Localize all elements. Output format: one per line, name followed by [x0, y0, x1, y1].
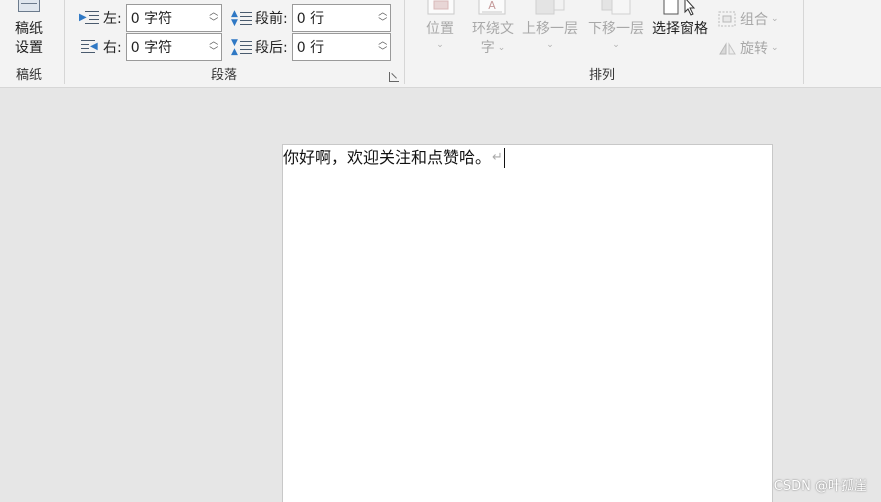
wrap-text-label-1: 环绕文 [472, 21, 514, 37]
chevron-down-icon: ⌄ [771, 43, 779, 53]
position-button[interactable]: 位置 ⌄ [418, 20, 462, 51]
indent-left-spin-arrows[interactable]: ︿ ﹀ [207, 5, 221, 31]
chevron-down-icon: ⌄ [612, 40, 620, 50]
selection-pane-label: 选择窗格 [652, 21, 708, 37]
indent-right-value[interactable]: 0 字符 [127, 37, 207, 57]
document-text[interactable]: 你好啊，欢迎关注和点赞哈。 [283, 147, 491, 169]
manuscript-settings-label-2: 设置 [15, 40, 43, 56]
chevron-up-icon[interactable]: ︿ [209, 8, 218, 18]
spacing-before-spin-arrows[interactable]: ︿ ﹀ [376, 5, 390, 31]
text-cursor [503, 148, 505, 168]
arrange-group-label: 排列 [588, 68, 615, 83]
manuscript-paper-icon [18, 0, 40, 12]
bring-forward-icon [535, 0, 565, 15]
rotate-button[interactable]: 旋转 ⌄ [718, 38, 779, 58]
bring-forward-label: 上移一层 [522, 21, 578, 37]
spacing-after-spin-arrows[interactable]: ︿ ﹀ [376, 34, 390, 60]
chevron-down-icon[interactable]: ﹀ [209, 18, 218, 28]
indent-left-row: ▶ 左: 0 字符 ︿ ﹀ [79, 4, 222, 32]
ribbon: 稿纸 设置 稿纸 ▶ 左: 0 字符 ︿ ﹀ ◀ 右: 0 字符 ︿ ﹀ ▲ ▼… [0, 0, 881, 88]
spacing-before-label: 段前: [255, 11, 288, 27]
chevron-down-icon[interactable]: ﹀ [209, 47, 218, 57]
indent-right-spinner[interactable]: 0 字符 ︿ ﹀ [125, 33, 222, 61]
spacing-after-value[interactable]: 0 行 [293, 37, 376, 57]
svg-text:A: A [488, 0, 496, 12]
group-divider [64, 0, 65, 84]
spacing-before-row: ▲ ▼ 段前: 0 行 ︿ ﹀ [231, 4, 391, 32]
spacing-after-spinner[interactable]: 0 行 ︿ ﹀ [291, 33, 391, 61]
bring-forward-button[interactable]: 上移一层 ⌄ [519, 20, 581, 51]
spacing-before-value[interactable]: 0 行 [293, 8, 376, 28]
chevron-down-icon: ⌄ [546, 40, 554, 50]
document-page[interactable]: 你好啊，欢迎关注和点赞哈。 ↵ [282, 144, 773, 502]
chevron-up-icon[interactable]: ︿ [209, 37, 218, 47]
watermark: CSDN @叶孤崖 [773, 479, 867, 494]
chevron-up-icon[interactable]: ︿ [378, 37, 387, 47]
group-divider [803, 0, 804, 84]
spacing-after-icon: ▼ ▲ [231, 38, 253, 57]
group-divider [404, 0, 405, 84]
send-backward-icon [601, 0, 631, 15]
indent-left-label: 左: [103, 11, 122, 27]
paragraph-dialog-launcher-icon[interactable] [389, 72, 399, 82]
spacing-after-row: ▼ ▲ 段后: 0 行 ︿ ﹀ [231, 33, 391, 61]
rotate-icon [719, 42, 736, 55]
manuscript-group-label: 稿纸 [15, 68, 42, 83]
indent-left-icon: ▶ [79, 9, 101, 27]
chevron-down-icon: ⌄ [497, 43, 506, 53]
send-backward-label: 下移一层 [588, 21, 644, 37]
group-objects-icon [718, 11, 736, 27]
spacing-before-spinner[interactable]: 0 行 ︿ ﹀ [291, 4, 391, 32]
indent-right-label: 右: [103, 40, 122, 56]
wrap-text-icon: A [478, 0, 506, 15]
selection-pane-button[interactable]: 选择窗格 [649, 20, 711, 39]
chevron-down-icon[interactable]: ﹀ [378, 47, 387, 57]
indent-left-spinner[interactable]: 0 字符 ︿ ﹀ [125, 4, 222, 32]
group-objects-button[interactable]: 组合 ⌄ [718, 9, 779, 29]
document-paragraph[interactable]: 你好啊，欢迎关注和点赞哈。 ↵ [283, 147, 505, 169]
rotate-label: 旋转 [740, 41, 768, 57]
indent-right-icon: ◀ [79, 38, 101, 56]
manuscript-settings-label-1: 稿纸 [15, 21, 43, 37]
paragraph-mark-icon: ↵ [492, 150, 503, 165]
manuscript-settings-button[interactable]: 稿纸 设置 [6, 20, 52, 58]
chevron-down-icon[interactable]: ﹀ [378, 18, 387, 28]
selection-pane-icon [663, 0, 696, 16]
wrap-text-button[interactable]: 环绕文 字 ⌄ [467, 20, 519, 58]
indent-right-row: ◀ 右: 0 字符 ︿ ﹀ [79, 33, 222, 61]
position-label: 位置 [426, 21, 454, 37]
group-objects-label: 组合 [740, 12, 768, 28]
indent-left-value[interactable]: 0 字符 [127, 8, 207, 28]
chevron-down-icon: ⌄ [436, 40, 444, 50]
paragraph-group-label: 段落 [210, 68, 237, 83]
spacing-after-label: 段后: [255, 40, 288, 56]
chevron-up-icon[interactable]: ︿ [378, 8, 387, 18]
wrap-text-label-2: 字 [480, 40, 495, 56]
indent-right-spin-arrows[interactable]: ︿ ﹀ [207, 34, 221, 60]
position-icon [427, 0, 455, 15]
chevron-down-icon: ⌄ [771, 14, 779, 24]
spacing-before-icon: ▲ ▼ [231, 9, 253, 28]
send-backward-button[interactable]: 下移一层 ⌄ [585, 20, 647, 51]
